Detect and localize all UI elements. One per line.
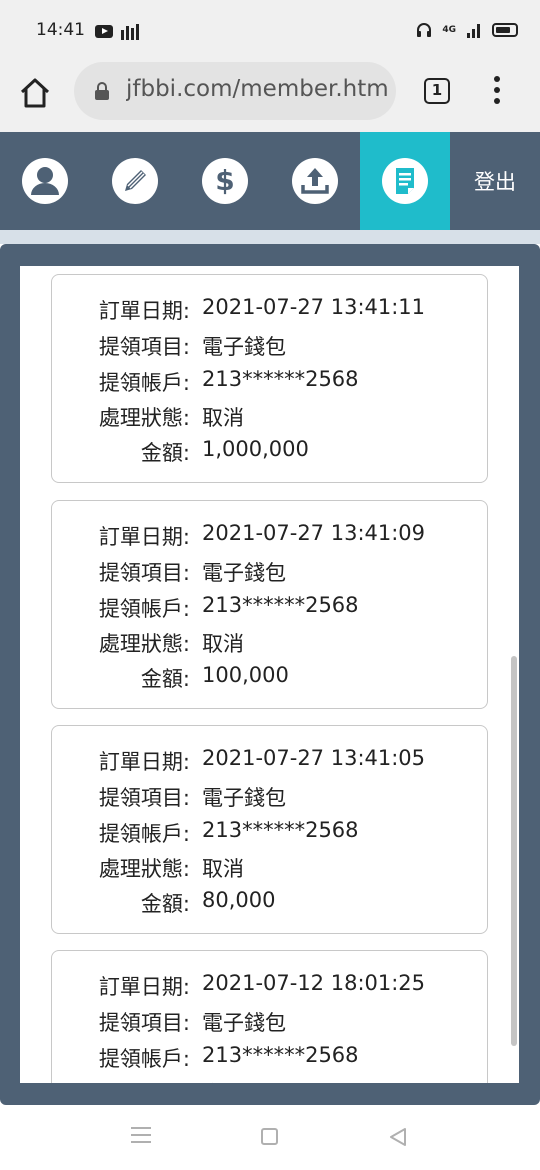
divider [0, 230, 540, 244]
label-amount: 金額: [140, 667, 190, 691]
value-account: 213******2568 [202, 818, 359, 842]
label-item: 提領項目: [98, 335, 190, 359]
label-account: 提領帳戶: [98, 822, 190, 846]
value-item: 電子錢包 [202, 561, 286, 585]
label-date: 訂單日期: [98, 975, 190, 999]
value-amount: 80,000 [202, 888, 276, 912]
document-icon [382, 158, 428, 204]
label-account: 提領帳戶: [98, 371, 190, 395]
nav-profile[interactable] [0, 132, 90, 230]
value-account: 213******2568 [202, 367, 359, 391]
battery-icon [492, 23, 518, 37]
value-status: 取消 [202, 406, 244, 430]
value-date: 2021-07-27 13:41:11 [202, 295, 426, 319]
nav-withdraw[interactable] [270, 132, 360, 230]
home-button-icon[interactable] [261, 1128, 278, 1145]
value-date: 2021-07-27 13:41:09 [202, 521, 426, 545]
youtube-icon [95, 25, 113, 38]
value-account: 213******2568 [202, 1043, 359, 1067]
value-status: 完成 [202, 1078, 244, 1083]
tab-switcher-button[interactable]: 1 [424, 78, 450, 104]
label-status: 處理狀態: [52, 1078, 190, 1083]
value-status: 取消 [202, 632, 244, 656]
value-amount: 1,000,000 [202, 437, 309, 461]
label-amount: 金額: [140, 441, 190, 465]
label-item: 提領項目: [98, 561, 190, 585]
scrollbar[interactable] [511, 656, 517, 1046]
label-status: 處理狀態: [98, 632, 190, 656]
upload-icon [292, 158, 338, 204]
label-item: 提領項目: [98, 786, 190, 810]
user-icon [22, 158, 68, 204]
records-panel: 訂單日期: 2021-07-27 13:41:11 提領項目: 電子錢包 提領帳… [0, 244, 540, 1105]
logout-button[interactable]: 登出 [450, 132, 540, 230]
record-card: 訂單日期: 2021-07-27 13:41:09 提領項目: 電子錢包 提領帳… [51, 500, 488, 709]
value-item: 電子錢包 [202, 335, 286, 359]
label-item: 提領項目: [98, 1011, 190, 1035]
records-list[interactable]: 訂單日期: 2021-07-27 13:41:11 提領項目: 電子錢包 提領帳… [20, 266, 519, 1083]
record-card: 訂單日期: 2021-07-27 13:41:05 提領項目: 電子錢包 提領帳… [51, 725, 488, 934]
label-account: 提領帳戶: [98, 1047, 190, 1071]
pencil-icon [112, 158, 158, 204]
nav-records[interactable] [360, 132, 450, 230]
status-time: 14:41 [36, 20, 85, 40]
system-nav-bar [0, 1105, 540, 1170]
svg-text:$: $ [215, 164, 234, 197]
value-date: 2021-07-12 18:01:25 [202, 971, 426, 995]
url-text: jfbbi.com/member.html [126, 76, 388, 102]
value-item: 電子錢包 [202, 1011, 286, 1035]
value-item: 電子錢包 [202, 786, 286, 810]
label-amount: 金額: [140, 892, 190, 916]
nav-edit[interactable] [90, 132, 180, 230]
status-right: 4G [416, 22, 518, 38]
status-bar: 14:41 4G [0, 0, 540, 60]
member-nav: $ 登出 [0, 132, 540, 230]
back-icon[interactable] [388, 1127, 408, 1147]
label-date: 訂單日期: [98, 299, 190, 323]
network-type: 4G [442, 25, 456, 35]
nav-deposit[interactable]: $ [180, 132, 270, 230]
overflow-menu-icon[interactable] [490, 76, 504, 106]
value-date: 2021-07-27 13:41:05 [202, 746, 426, 770]
browser-toolbar: jfbbi.com/member.html 1 [0, 60, 540, 132]
address-bar[interactable]: jfbbi.com/member.html [74, 62, 396, 120]
signal-icon [467, 24, 480, 38]
equalizer-icon [121, 24, 139, 40]
value-account: 213******2568 [202, 593, 359, 617]
headset-icon [417, 23, 432, 37]
record-card: 訂單日期: 2021-07-12 18:01:25 提領項目: 電子錢包 提領帳… [51, 950, 488, 1083]
lock-icon [95, 82, 109, 100]
home-icon[interactable] [18, 76, 52, 110]
label-status: 處理狀態: [98, 406, 190, 430]
value-status: 取消 [202, 857, 244, 881]
recent-apps-icon[interactable] [131, 1127, 151, 1143]
record-card: 訂單日期: 2021-07-27 13:41:11 提領項目: 電子錢包 提領帳… [51, 274, 488, 483]
dollar-icon: $ [202, 158, 248, 204]
label-date: 訂單日期: [98, 525, 190, 549]
value-amount: 100,000 [202, 663, 289, 687]
label-status: 處理狀態: [98, 857, 190, 881]
label-date: 訂單日期: [98, 750, 190, 774]
label-account: 提領帳戶: [98, 597, 190, 621]
